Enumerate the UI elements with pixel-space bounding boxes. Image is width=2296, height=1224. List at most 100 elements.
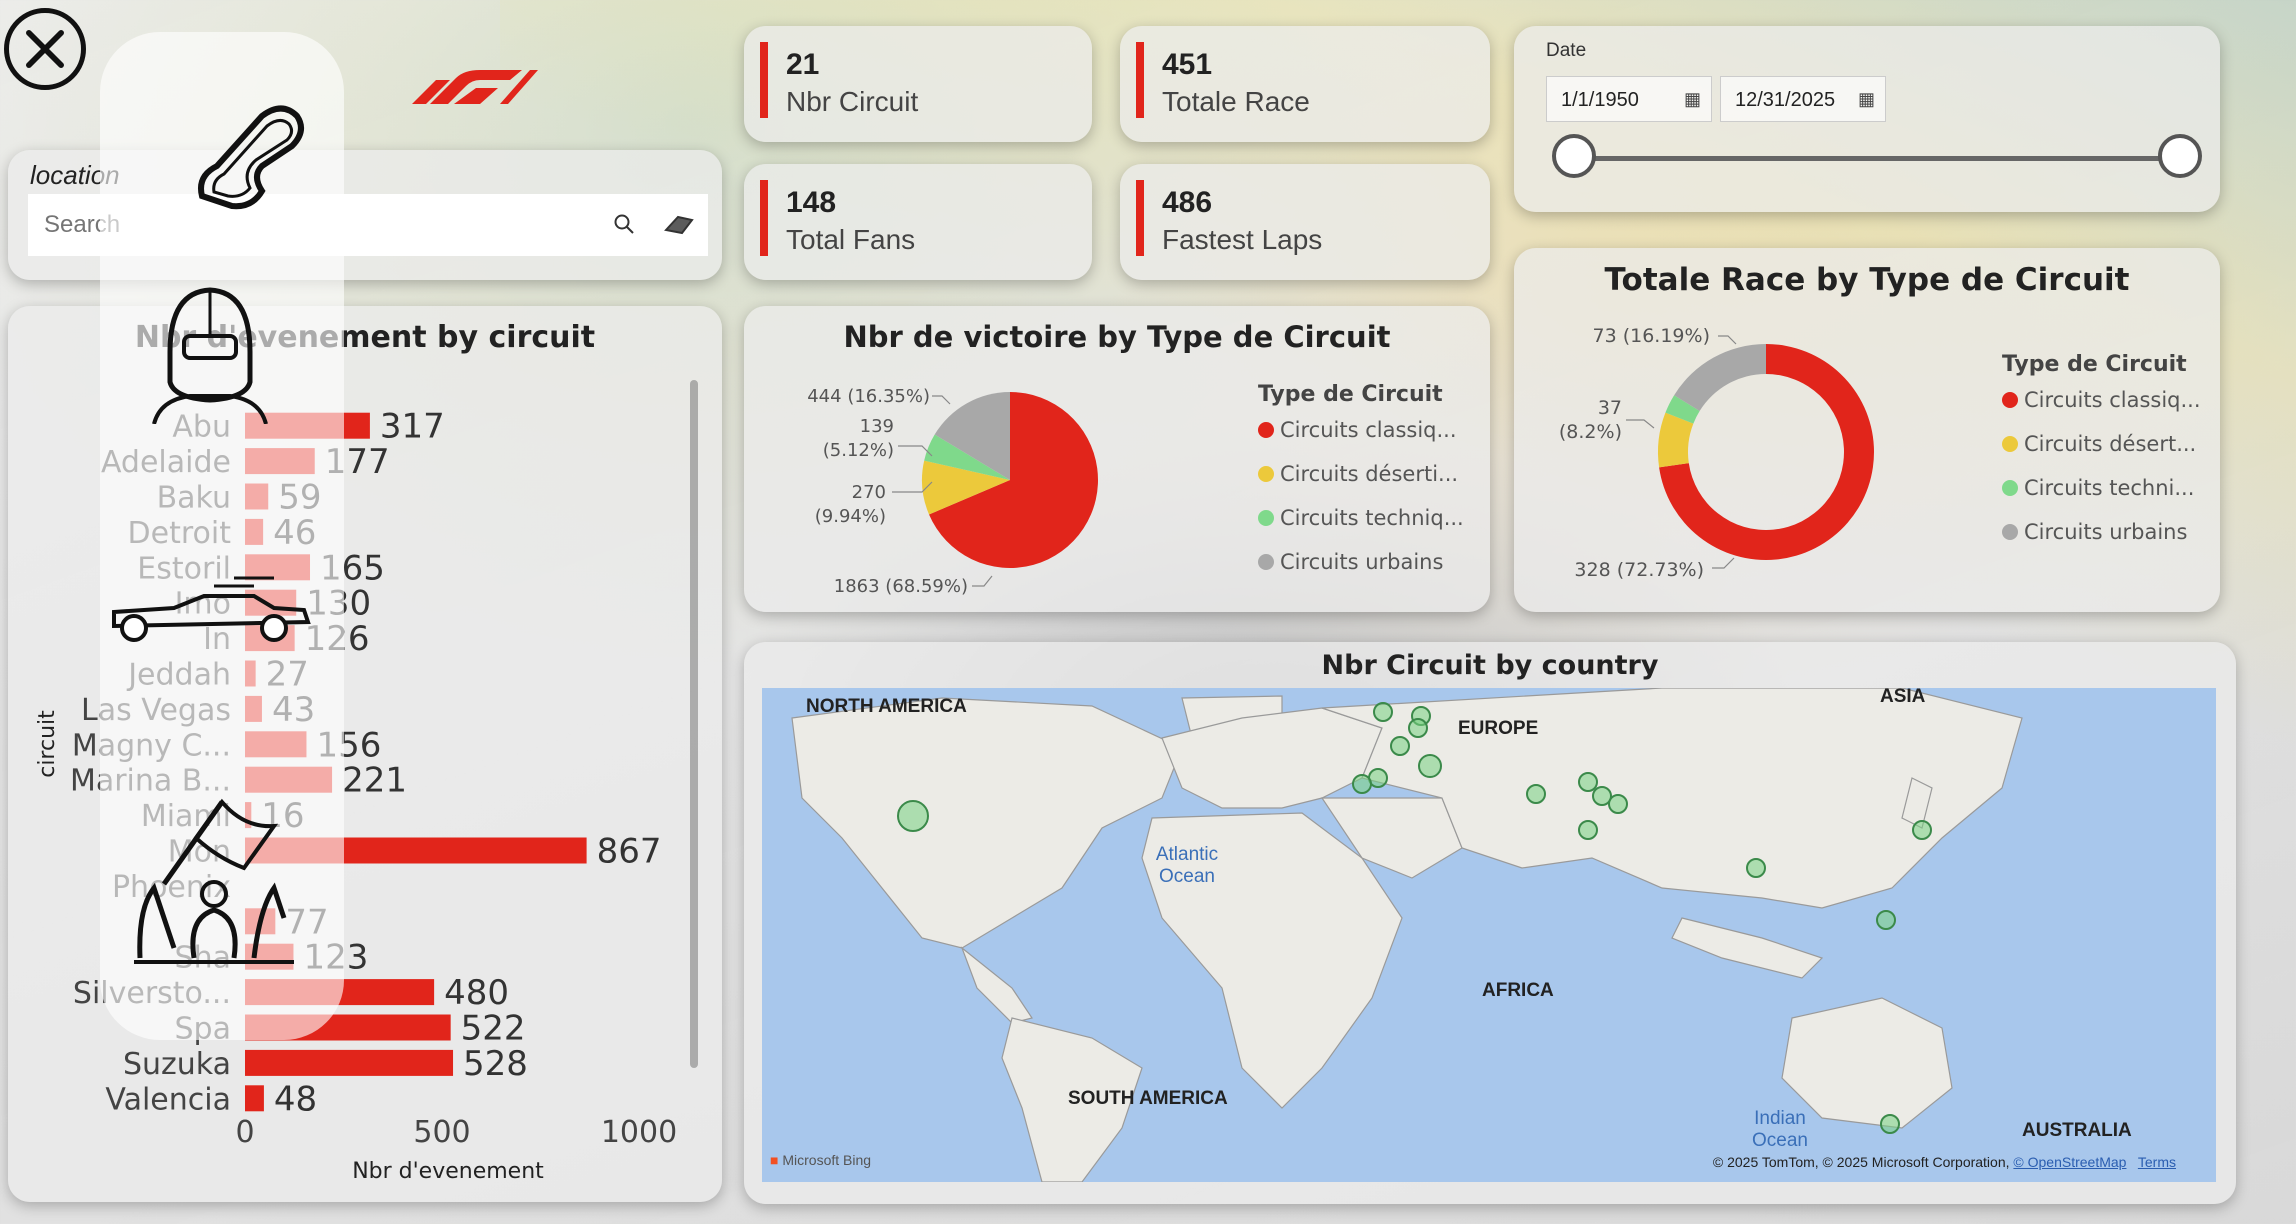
x-tick-label: 0 (235, 1115, 254, 1150)
close-icon (26, 30, 64, 68)
date-range-start-handle[interactable] (1552, 134, 1596, 178)
close-button[interactable] (4, 8, 86, 90)
legend-label: Circuits désert... (2024, 432, 2197, 456)
donut-legend-title: Type de Circuit (2002, 352, 2187, 377)
kpi-accent-bar (1136, 180, 1144, 256)
kpi-nbr-circuit[interactable]: 21 Nbr Circuit (744, 26, 1092, 142)
osm-link[interactable]: © OpenStreetMap (2013, 1154, 2126, 1170)
donut-chart-races: Totale Race by Type de Circuit 328 (72.7… (1514, 248, 2220, 612)
donut-leader-line (1626, 419, 1655, 429)
kpi-totale-race[interactable]: 451 Totale Race (1120, 26, 1490, 142)
map-credit: © 2025 TomTom, © 2025 Microsoft Corporat… (1713, 1154, 2176, 1170)
donut-data-label: 328 (72.73%) (1574, 559, 1704, 581)
map-bubble[interactable] (1880, 1114, 1900, 1134)
donut-legend-urbains[interactable]: Circuits urbains (2002, 520, 2187, 544)
map-bubble[interactable] (1526, 784, 1546, 804)
pie-data-label: (9.94%) (815, 506, 886, 527)
bar-value-label: 317 (380, 407, 445, 447)
bar-value-label: 867 (597, 832, 662, 872)
bar-category-label: Valencia (105, 1082, 231, 1117)
map-bubble[interactable] (1608, 794, 1628, 814)
map-title: Nbr Circuit by country (1321, 650, 1659, 681)
legend-label: Circuits urbains (2024, 520, 2188, 544)
bar-value-label: 48 (274, 1079, 317, 1119)
pie-leader-line (932, 395, 951, 405)
map-bubble[interactable] (1390, 736, 1410, 756)
date-start-value: 1/1/1950 (1561, 89, 1639, 111)
pie-data-label: 270 (852, 482, 886, 503)
date-range-track[interactable] (1574, 156, 2180, 161)
donut-slice[interactable] (1674, 344, 1766, 411)
map-bubble[interactable] (1578, 820, 1598, 840)
eraser-icon[interactable] (664, 214, 694, 236)
f1-car-icon[interactable] (104, 572, 314, 644)
donut-data-label: 73 (16.19%) (1593, 325, 1711, 347)
terms-link[interactable]: Terms (2138, 1154, 2176, 1170)
f1-logo (412, 70, 538, 104)
pie-data-label: 1863 (68.59%) (834, 576, 968, 597)
bar[interactable] (245, 1049, 454, 1076)
map-bubble[interactable] (897, 800, 929, 832)
legend-label: Circuits techniq... (1280, 506, 1464, 530)
map-bubbles (897, 702, 1932, 1134)
map-bubble[interactable] (1578, 772, 1598, 792)
map-bubble[interactable] (1418, 754, 1442, 778)
pie-data-label: 139 (860, 416, 894, 437)
icon-nav-rail (100, 32, 344, 1040)
map-bubble[interactable] (1746, 858, 1766, 878)
date-slicer-title: Date (1546, 40, 1587, 61)
pie-legend-title: Type de Circuit (1258, 382, 1443, 407)
date-range-end-handle[interactable] (2158, 134, 2202, 178)
x-tick-label: 500 (413, 1115, 470, 1150)
kpi-value: 21 (786, 48, 820, 81)
pie-legend-classiques[interactable]: Circuits classiq... (1258, 418, 1457, 442)
date-slicer: Date 1/1/1950 ▦ 12/31/2025 ▦ (1514, 26, 2220, 212)
kpi-label: Totale Race (1162, 86, 1310, 117)
legend-label: Circuits déserti... (1280, 462, 1459, 486)
map-bubble[interactable] (1876, 910, 1896, 930)
bar-value-label: 480 (444, 973, 509, 1013)
donut-leader-line (1712, 557, 1735, 569)
pie-data-label: 444 (16.35%) (807, 386, 930, 407)
map-credit-text: © 2025 TomTom, © 2025 Microsoft Corporat… (1712, 1154, 2010, 1170)
x-axis-label: Nbr d'evenement (352, 1159, 544, 1184)
search-icon[interactable] (612, 212, 636, 236)
pie-data-label: (5.12%) (823, 440, 894, 461)
kpi-accent-bar (1136, 42, 1144, 118)
driver-helmet-icon[interactable] (150, 282, 270, 424)
donut-leader-line (1718, 335, 1737, 345)
donut-legend-techniques[interactable]: Circuits techni... (2002, 476, 2194, 500)
date-start-field[interactable]: 1/1/1950 ▦ (1546, 76, 1712, 122)
donut-data-label: (8.2%) (1559, 421, 1622, 443)
kpi-value: 486 (1162, 186, 1213, 219)
pie-legend-urbains[interactable]: Circuits urbains (1258, 550, 1443, 574)
map-bubble[interactable] (1373, 702, 1393, 722)
kpi-label: Fastest Laps (1162, 224, 1323, 255)
kpi-accent-bar (760, 180, 768, 256)
bar-chart-scrollbar[interactable] (690, 380, 698, 1068)
legend-label: Circuits techni... (2024, 476, 2195, 500)
bar-category-label: Suzuka (123, 1047, 231, 1082)
calendar-icon[interactable]: ▦ (1858, 89, 1875, 110)
x-tick-label: 1000 (601, 1115, 677, 1150)
date-end-field[interactable]: 12/31/2025 ▦ (1720, 76, 1886, 122)
map-bubble[interactable] (1408, 718, 1428, 738)
kpi-accent-bar (760, 42, 768, 118)
calendar-icon[interactable]: ▦ (1684, 89, 1701, 110)
pie-legend-techniques[interactable]: Circuits techniq... (1258, 506, 1464, 530)
legend-label: Circuits classiq... (1280, 418, 1457, 442)
pie-legend-desertiques[interactable]: Circuits déserti... (1258, 462, 1458, 486)
kpi-fastest-laps[interactable]: 486 Fastest Laps (1120, 164, 1490, 280)
bar[interactable] (245, 1085, 264, 1112)
race-track-icon[interactable] (192, 96, 312, 216)
donut-legend-classiques[interactable]: Circuits classiq... (2002, 388, 2201, 412)
map-bubble[interactable] (1352, 774, 1372, 794)
map-bubble[interactable] (1912, 820, 1932, 840)
map-canvas[interactable]: NORTH AMERICA EUROPE ASIA AFRICA SOUTH A… (762, 688, 2216, 1182)
y-axis-label: circuit (35, 710, 60, 778)
donut-legend-desertiques[interactable]: Circuits désert... (2002, 432, 2196, 456)
kpi-value: 451 (1162, 48, 1213, 81)
kpi-total-fans[interactable]: 148 Total Fans (744, 164, 1092, 280)
fans-flag-icon[interactable] (134, 798, 294, 964)
pie-leader-line (972, 575, 993, 587)
